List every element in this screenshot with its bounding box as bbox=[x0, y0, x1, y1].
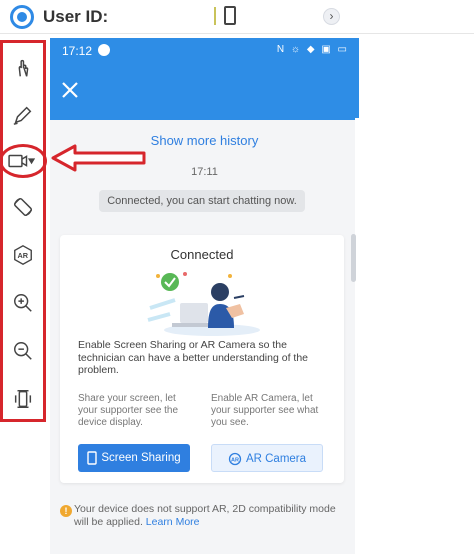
pen-icon[interactable] bbox=[7, 99, 39, 131]
svg-text:AR: AR bbox=[231, 457, 239, 463]
phone-screen-icon bbox=[87, 451, 98, 465]
vibrate-icon[interactable] bbox=[7, 383, 39, 415]
card-description: Enable Screen Sharing or AR Camera so th… bbox=[78, 339, 308, 376]
zoom-in-icon[interactable] bbox=[7, 287, 39, 319]
phone-screen: 17:12 N ☼ ◆ ▣ ▭ Show more history 17:11 … bbox=[50, 38, 359, 554]
user-id-label: User ID: bbox=[43, 7, 109, 26]
notice-text: Your device does not support AR, 2D comp… bbox=[74, 503, 336, 528]
ar-camera-button[interactable]: AR AR Camera bbox=[211, 444, 323, 472]
ar-icon[interactable]: AR bbox=[7, 239, 39, 271]
screen-sharing-button[interactable]: Screen Sharing bbox=[78, 444, 190, 472]
ar-camera-label: AR Camera bbox=[245, 453, 307, 465]
connected-message: Connected, you can start chatting now. bbox=[99, 190, 305, 212]
hand-pointer-icon[interactable] bbox=[7, 53, 39, 85]
scroll-track bbox=[355, 118, 359, 554]
telegram-icon bbox=[98, 44, 110, 56]
app-bar bbox=[50, 64, 359, 120]
top-bar: User ID: › bbox=[0, 0, 474, 34]
status-bar: 17:12 N ☼ ◆ ▣ ▭ bbox=[50, 38, 359, 64]
svg-text:AR: AR bbox=[18, 251, 29, 260]
screen-sharing-label: Screen Sharing bbox=[101, 452, 181, 464]
video-highlight-circle bbox=[0, 144, 47, 178]
warning-icon: ! bbox=[60, 505, 72, 517]
learn-more-link[interactable]: Learn More bbox=[146, 516, 200, 528]
connected-card: Connected Enable Screen Sharing or AR Ca… bbox=[60, 235, 344, 483]
chevron-right-button[interactable]: › bbox=[323, 8, 340, 25]
phone-icon[interactable] bbox=[224, 6, 236, 25]
divider bbox=[214, 7, 216, 25]
left-toolbar: AR bbox=[0, 40, 47, 422]
card-title: Connected bbox=[170, 247, 234, 262]
ar-camera-icon: AR bbox=[228, 452, 242, 466]
scrollbar-thumb[interactable] bbox=[351, 234, 356, 282]
app-logo-icon bbox=[10, 5, 34, 29]
ar-compatibility-notice: Your device does not support AR, 2D comp… bbox=[74, 503, 344, 529]
zoom-out-icon[interactable] bbox=[7, 335, 39, 367]
red-arrow-annotation bbox=[51, 144, 146, 172]
status-icons: N ☼ ◆ ▣ ▭ bbox=[276, 44, 349, 55]
status-time: 17:12 bbox=[62, 44, 93, 58]
close-icon[interactable] bbox=[58, 78, 82, 102]
ar-camera-description: Enable AR Camera, let your supporter see… bbox=[211, 393, 319, 428]
rotate-icon[interactable] bbox=[7, 191, 39, 223]
support-illustration bbox=[147, 272, 260, 336]
screen-sharing-description: Share your screen, let your supporter se… bbox=[78, 393, 179, 428]
